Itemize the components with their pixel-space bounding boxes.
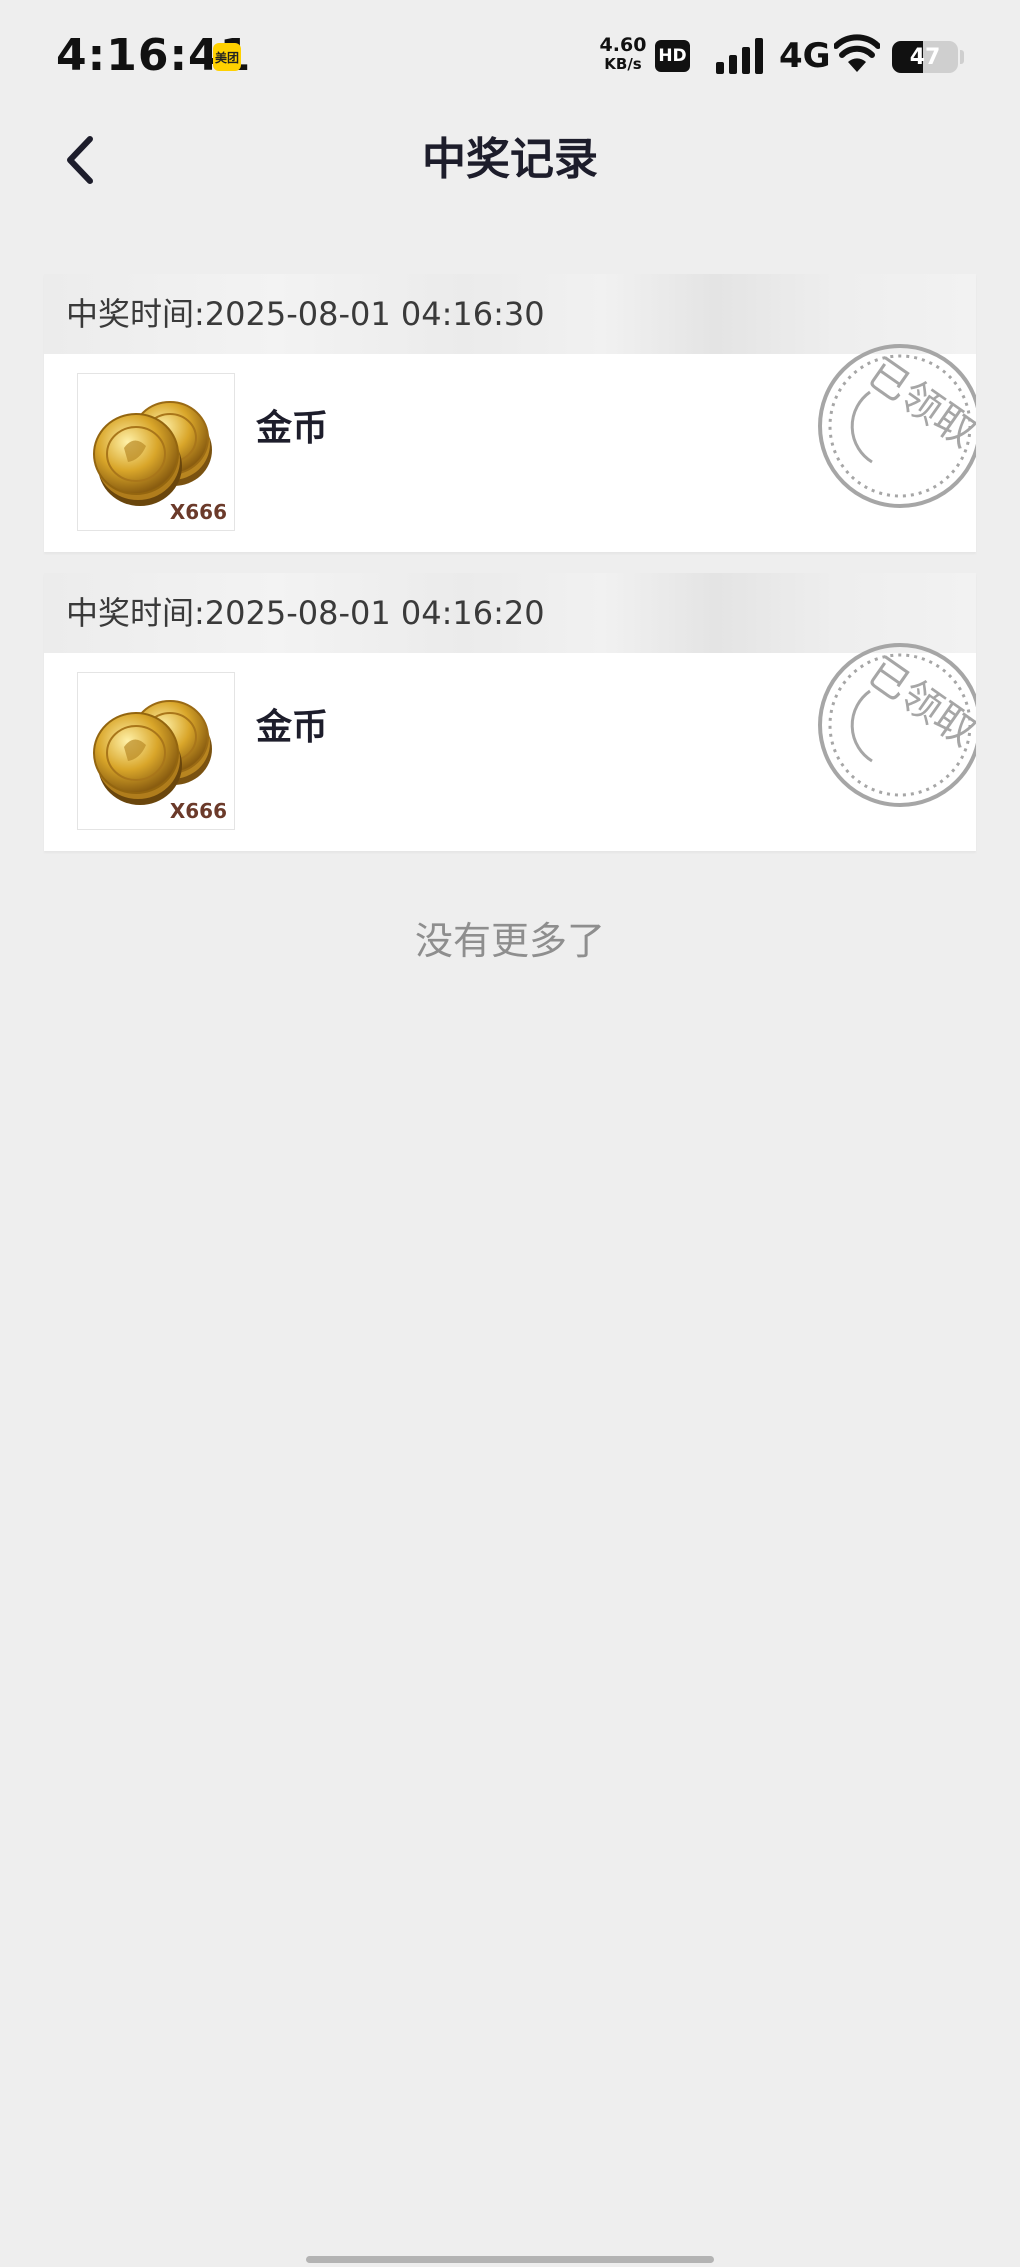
- network-speed-unit: KB/s: [604, 55, 642, 73]
- page-title: 中奖记录: [422, 134, 598, 185]
- home-indicator[interactable]: [306, 2256, 714, 2263]
- prize-quantity: X666: [169, 799, 227, 823]
- meituan-app-icon: 美团: [213, 43, 241, 71]
- battery-icon: 47: [892, 41, 958, 73]
- record-card[interactable]: 中奖时间:2025-08-01 04:16:20 X666 金币 已领取: [44, 573, 976, 851]
- record-card[interactable]: 中奖时间:2025-08-01 04:16:30 X666 金币 已领取: [44, 274, 976, 552]
- stamp-text: 已领取: [859, 350, 976, 457]
- claimed-stamp-icon: 已领取: [818, 643, 976, 807]
- no-more-text: 没有更多了: [414, 919, 605, 963]
- record-header: 中奖时间:2025-08-01 04:16:20: [44, 573, 976, 653]
- battery-tip: [960, 50, 964, 64]
- wifi-icon: [834, 34, 880, 72]
- back-button[interactable]: [50, 125, 110, 195]
- network-speed-value: 4.60: [599, 34, 647, 56]
- record-time: 中奖时间:2025-08-01 04:16:30: [66, 295, 545, 333]
- stamp-text: 已领取: [859, 649, 976, 756]
- prize-quantity: X666: [169, 500, 227, 524]
- network-speed: 4.60 KB/s: [596, 36, 650, 72]
- prize-name: 金币: [256, 408, 329, 449]
- cellular-signal-icon: [716, 38, 763, 74]
- record-header: 中奖时间:2025-08-01 04:16:30: [44, 274, 976, 354]
- prize-name: 金币: [256, 707, 329, 748]
- hd-icon: HD: [655, 40, 690, 72]
- prize-image: X666: [77, 672, 235, 830]
- chevron-left-icon: [67, 136, 93, 184]
- claimed-stamp-icon: 已领取: [818, 344, 976, 508]
- network-type: 4G: [779, 36, 831, 76]
- status-bar: 4:16:41 美团 4.60 KB/s HD 4G 47: [0, 0, 1020, 112]
- prize-image: X666: [77, 373, 235, 531]
- battery-level: 47: [909, 44, 941, 70]
- record-time: 中奖时间:2025-08-01 04:16:20: [66, 594, 545, 632]
